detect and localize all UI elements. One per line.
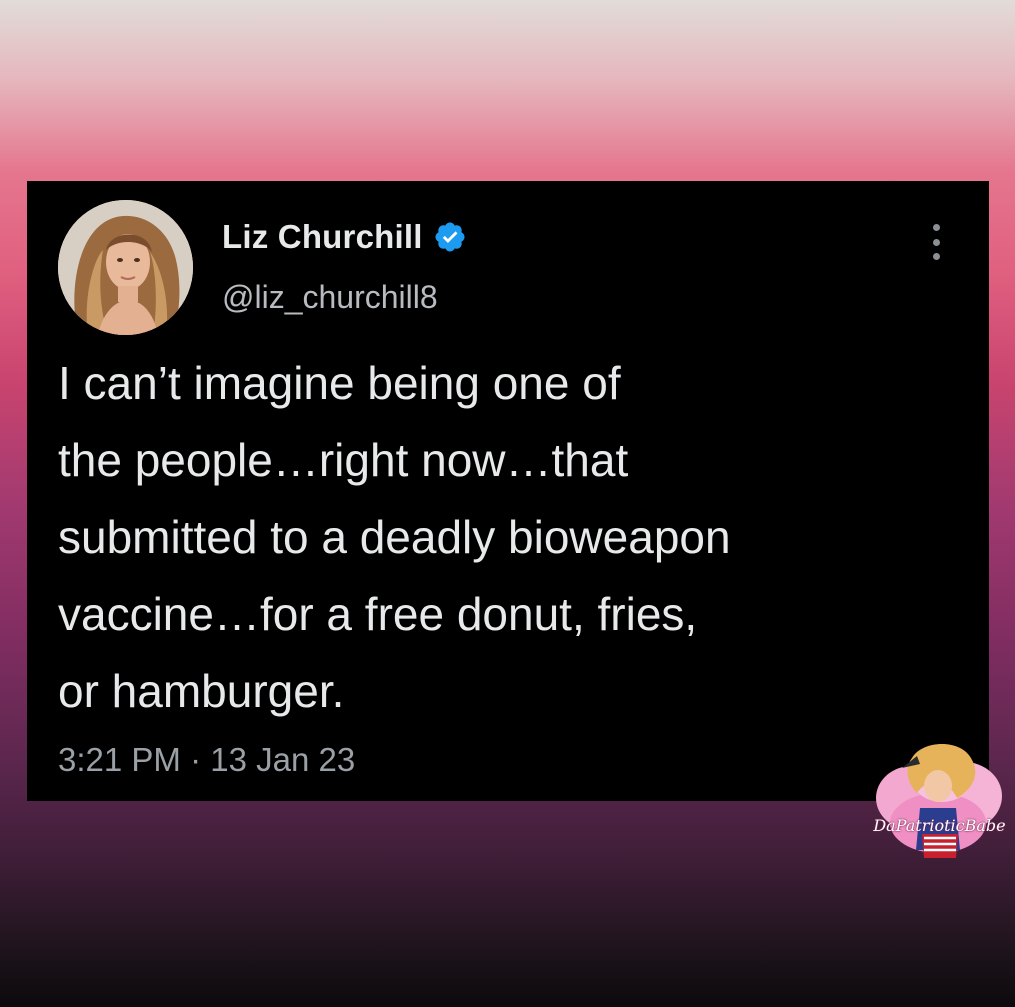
author-row: Liz Churchill bbox=[222, 217, 467, 257]
more-dot bbox=[932, 224, 940, 231]
tweet-timestamp[interactable]: 3:21 PM · 13 Jan 23 bbox=[58, 741, 355, 779]
watermark-logo: DaPatrioticBabe bbox=[872, 738, 1007, 868]
more-dot bbox=[932, 253, 940, 260]
more-options-icon[interactable] bbox=[924, 224, 948, 260]
avatar-image bbox=[58, 200, 193, 335]
display-name[interactable]: Liz Churchill bbox=[222, 218, 423, 256]
more-dot bbox=[932, 238, 940, 246]
tweet-text: I can’t imagine being one of the people…… bbox=[58, 357, 731, 717]
watermark-image bbox=[876, 744, 1002, 858]
watermark-text: DaPatrioticBabe bbox=[873, 816, 1006, 835]
verified-badge-icon bbox=[433, 220, 467, 254]
tweet-card: Liz Churchill @liz_churchill8 I can’t im… bbox=[27, 181, 989, 801]
author-handle[interactable]: @liz_churchill8 bbox=[222, 279, 438, 316]
avatar[interactable] bbox=[58, 200, 193, 335]
